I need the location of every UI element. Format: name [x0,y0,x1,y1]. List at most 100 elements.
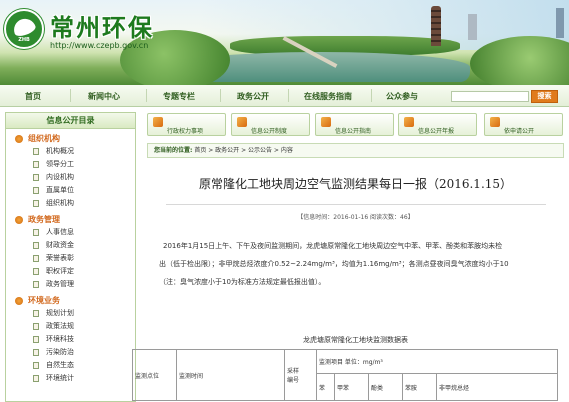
sidebar-item-label: 规划计划 [46,309,74,317]
breadcrumb-label: 您当前的位置: [154,147,193,154]
col-header-toluene: 甲苯 [334,373,369,401]
article-paragraph-line: 出（低于检出限）；非甲烷总烃浓度介0.52~2.24mg/m³，均值为1.16m… [159,260,509,268]
nav-online-service[interactable]: 在线服务指南 [304,91,352,102]
book-icon [321,117,331,127]
sidebar-item[interactable]: 规划计划 [6,307,135,320]
nav-news[interactable]: 新闻中心 [88,91,120,102]
document-icon [33,362,39,369]
sidebar-group-label: 组织机构 [28,134,60,143]
sidebar-group-gov[interactable]: 政务管理 [6,214,135,226]
sidebar-item[interactable]: 自然生态 [6,359,135,372]
document-icon [33,336,39,343]
sidebar-item[interactable]: 环境科技 [6,333,135,346]
sidebar-group-env[interactable]: 环境业务 [6,295,135,307]
article-paragraph-line: （注：臭气浓度小于10为标准方法规定最低报出值）。 [159,278,326,286]
document-icon [33,242,39,249]
col-header-benzene: 苯 [316,373,335,401]
quick-link-label: 信息公开制度 [251,128,288,135]
document-icon [33,161,39,168]
sidebar-item[interactable]: 荣誉表彰 [6,252,135,265]
sidebar-group-org[interactable]: 组织机构 [6,133,135,145]
quick-link-label: 信息公开指南 [335,128,372,135]
document-icon [33,281,39,288]
sidebar-title: 信息公开目录 [6,113,135,129]
report-icon [404,117,414,127]
col-header-aniline: 苯胺 [402,373,437,401]
document-icon [33,187,39,194]
logo-caption: ZHB [18,37,30,43]
sidebar-item-label: 自然生态 [46,361,74,369]
sidebar-item-label: 政策法规 [46,322,74,330]
mail-icon [490,117,500,127]
sidebar-item-label: 内设机构 [46,173,74,181]
site-url[interactable]: http://www.czepb.gov.cn [50,41,148,50]
site-logo[interactable] [4,9,44,49]
site-title: 常州环保 [50,13,154,42]
breadcrumb: 您当前的位置: 首页 > 政务公开 > 公示公告 > 内容 [147,143,564,158]
bullet-icon [15,135,23,143]
sidebar-item[interactable]: 职权评定 [6,265,135,278]
sidebar-item[interactable]: 内设机构 [6,171,135,184]
nav-topics[interactable]: 专题专栏 [163,91,195,102]
document-icon [33,268,39,275]
quick-link-annual-report[interactable]: 信息公开年报 [398,113,477,136]
sidebar-item-label: 污染防治 [46,348,74,356]
site-banner: ZHB 常州环保 http://www.czepb.gov.cn [0,0,569,85]
col-header-sample-line2: 编号 [287,377,300,384]
sidebar-item[interactable]: 环境统计 [6,372,135,385]
sidebar-item-label: 人事信息 [46,228,74,236]
quick-link-guide[interactable]: 信息公开指南 [315,113,394,136]
col-header-sample: 采样 编号 [284,349,317,401]
quick-link-label: 依申请公开 [504,128,535,135]
sidebar-item-label: 职权评定 [46,267,74,275]
quick-link-power[interactable]: 行政权力事项 [147,113,226,136]
sidebar-item[interactable]: 污染防治 [6,346,135,359]
sidebar-item-label: 政务管理 [46,280,74,288]
sidebar-item[interactable]: 组织机构 [6,197,135,210]
nav-gov-affairs[interactable]: 政务公开 [237,91,269,102]
bullet-icon [15,297,23,305]
document-icon [33,349,39,356]
document-icon [33,375,39,382]
sidebar-item-label: 组织机构 [46,199,74,207]
gavel-icon [153,117,163,127]
bullet-icon [15,216,23,224]
quick-link-system[interactable]: 信息公开制度 [231,113,310,136]
quick-link-label: 信息公开年报 [418,128,455,135]
sidebar-item[interactable]: 人事信息 [6,226,135,239]
sidebar-item-label: 领导分工 [46,160,74,168]
sidebar-item-label: 机构概况 [46,147,74,155]
quick-link-request[interactable]: 依申请公开 [484,113,563,136]
sidebar-item[interactable]: 领导分工 [6,158,135,171]
sidebar-item[interactable]: 政策法规 [6,320,135,333]
col-header-sample-line1: 采样 [287,368,300,375]
nav-public-participation[interactable]: 公众参与 [386,91,418,102]
sidebar-item-label: 直属单位 [46,186,74,194]
pagoda-image [431,6,441,46]
col-header-nmhc: 非甲烷总烃 [436,373,558,401]
sidebar-item[interactable]: 直属单位 [6,184,135,197]
sidebar-item[interactable]: 财政资金 [6,239,135,252]
sidebar-item[interactable]: 政务管理 [6,278,135,291]
tower-image [468,14,477,40]
monitoring-data-table: 监测点位 监测时间 采样 编号 监测项目 单位：mg/m³ 苯 甲苯 酚类 苯胺… [132,349,558,401]
sidebar-group-label: 环境业务 [28,296,60,305]
breadcrumb-path[interactable]: 首页 > 政务公开 > 公示公告 > 内容 [194,147,293,154]
table-caption: 龙虎塘原常隆化工地块监测数据表 [303,336,408,344]
title-divider [166,204,546,205]
search-input[interactable] [451,91,529,102]
clipboard-icon [237,117,247,127]
sidebar-item-label: 环境科技 [46,335,74,343]
article-meta: 【信息时间：2016-01-16 阅读次数：46】 [297,214,414,221]
sidebar-item[interactable]: 机构概况 [6,145,135,158]
document-icon [33,255,39,262]
document-icon [33,229,39,236]
document-icon [33,174,39,181]
leaf-icon [10,15,38,39]
nav-home[interactable]: 首页 [25,91,41,102]
search-button[interactable]: 搜索 [531,90,558,103]
sidebar-item-label: 荣誉表彰 [46,254,74,262]
col-header-time: 监测时间 [176,349,285,401]
main-nav: 首页 新闻中心 专题专栏 政务公开 在线服务指南 公众参与 搜索 [0,85,569,107]
document-icon [33,200,39,207]
